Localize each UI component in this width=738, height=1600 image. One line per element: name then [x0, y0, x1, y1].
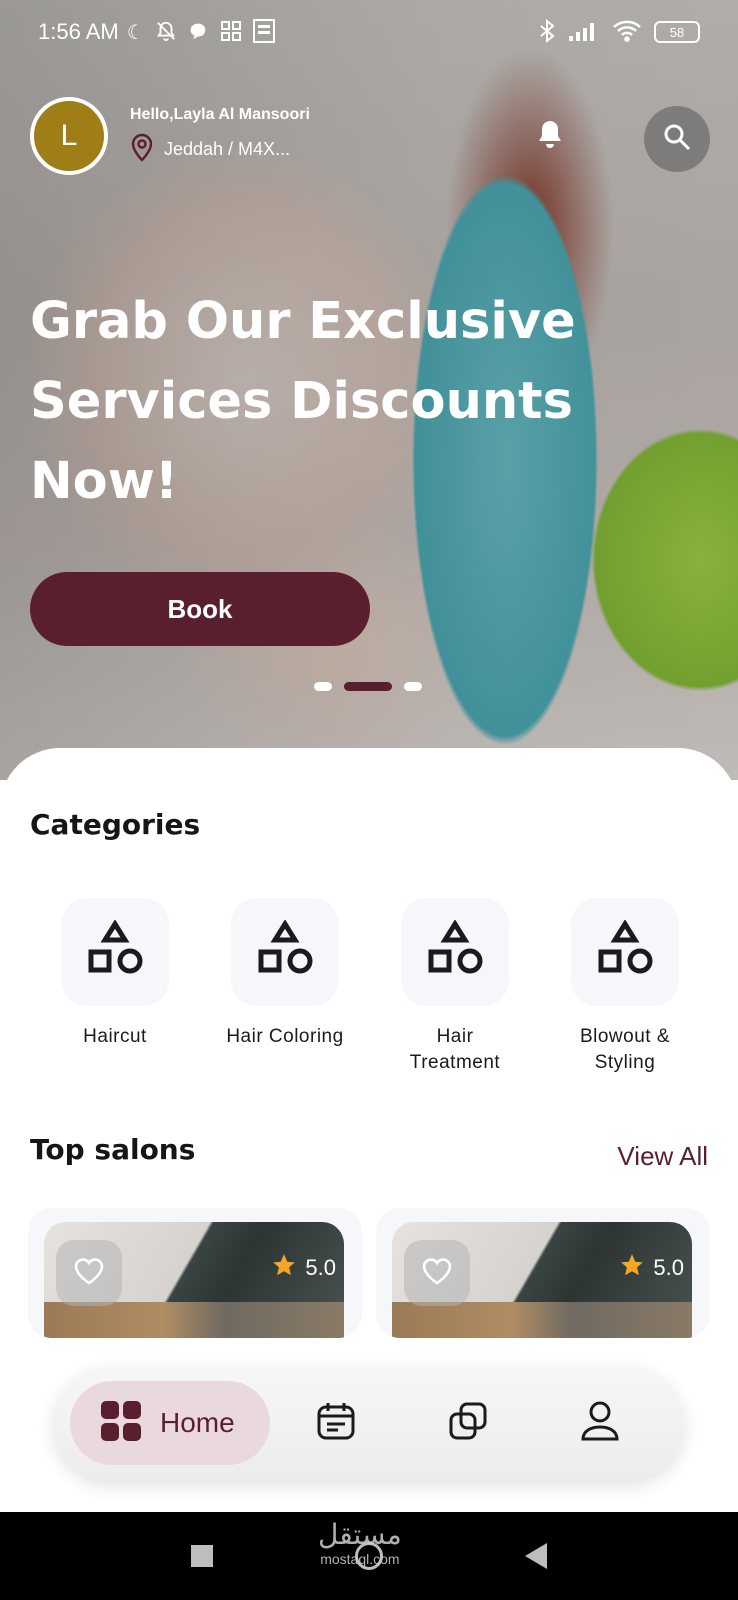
- category-icon-box: [231, 898, 339, 1006]
- nav-item-bookings[interactable]: [270, 1381, 402, 1465]
- bell-off-icon: [155, 20, 177, 45]
- salon-rating: 5.0: [271, 1252, 336, 1284]
- categories-list: Haircut Hair Coloring Hair Treatment Blo…: [30, 898, 710, 1076]
- salon-image-shade: [392, 1302, 692, 1338]
- shapes-icon: [595, 919, 655, 984]
- bell-icon: [537, 119, 563, 153]
- avatar[interactable]: L: [30, 97, 108, 175]
- category-item-hair-treatment[interactable]: Hair Treatment: [370, 898, 540, 1076]
- shapes-icon: [425, 919, 485, 984]
- category-item-haircut[interactable]: Haircut: [30, 898, 200, 1076]
- carousel-dot[interactable]: [404, 682, 422, 691]
- category-label: Hair Treatment: [409, 1026, 501, 1073]
- book-button[interactable]: Book: [30, 572, 370, 646]
- salon-image: 5.0: [392, 1222, 692, 1338]
- wifi-icon: [612, 19, 642, 46]
- watermark: مستقل mostaql.com: [318, 1518, 402, 1567]
- star-icon: [271, 1252, 297, 1284]
- favorite-button[interactable]: [56, 1240, 122, 1306]
- salon-image-shade: [44, 1302, 344, 1338]
- watermark-site: mostaql.com: [320, 1551, 400, 1567]
- category-icon-box: [571, 898, 679, 1006]
- moon-icon: ☾: [126, 20, 145, 44]
- category-item-hair-coloring[interactable]: Hair Coloring: [200, 898, 370, 1076]
- heart-icon: [421, 1256, 453, 1290]
- category-icon-box: [401, 898, 509, 1006]
- category-item-blowout-styling[interactable]: Blowout & Styling: [540, 898, 710, 1076]
- watermark-brand: مستقل: [318, 1518, 402, 1551]
- nav-item-home[interactable]: Home: [70, 1381, 270, 1465]
- search-icon: [662, 122, 692, 156]
- copy-icon: [448, 1401, 488, 1445]
- notifications-button[interactable]: [530, 116, 570, 156]
- status-time: 1:56 AM: [38, 19, 119, 44]
- signal-icon: [568, 20, 600, 45]
- status-bar: 1:56 AM ☾ 58: [0, 0, 738, 64]
- category-label: Hair Coloring: [226, 1026, 344, 1047]
- category-icon-box: [61, 898, 169, 1006]
- chat-icon: [187, 20, 209, 45]
- location-pin-icon: [130, 132, 154, 167]
- location-selector[interactable]: Jeddah / M4X...: [130, 132, 310, 167]
- search-button[interactable]: [644, 106, 710, 172]
- battery-indicator: 58: [654, 21, 700, 43]
- shapes-icon: [255, 919, 315, 984]
- carousel-dot[interactable]: [314, 682, 332, 691]
- carousel-dot-active[interactable]: [344, 682, 392, 691]
- star-icon: [619, 1252, 645, 1284]
- salon-rating: 5.0: [619, 1252, 684, 1284]
- rating-value: 5.0: [305, 1255, 336, 1280]
- profile-icon: [580, 1400, 620, 1446]
- salon-card[interactable]: 5.0: [28, 1208, 362, 1338]
- category-label: Haircut: [83, 1026, 147, 1047]
- nav-item-services[interactable]: [402, 1381, 534, 1465]
- bluetooth-icon: [538, 18, 556, 46]
- status-icons-right: 58: [538, 18, 700, 46]
- top-salons-title: Top salons: [30, 1133, 196, 1166]
- greeting-text: Hello,Layla Al Mansoori: [130, 105, 310, 123]
- nav-item-profile[interactable]: [534, 1381, 666, 1465]
- qr-icon: [252, 18, 275, 46]
- top-salons-list: 5.0 5.0: [28, 1208, 710, 1338]
- apps-icon: [219, 19, 243, 46]
- recent-apps-button[interactable]: [191, 1545, 213, 1567]
- bottom-navigation: Home: [54, 1366, 684, 1480]
- hero-title: Grab Our Exclusive Services Discounts No…: [30, 292, 576, 511]
- salon-image: 5.0: [44, 1222, 344, 1338]
- favorite-button[interactable]: [404, 1240, 470, 1306]
- categories-title: Categories: [30, 808, 201, 841]
- carousel-indicator: [314, 682, 422, 691]
- location-text: Jeddah / M4X...: [164, 138, 291, 159]
- salon-card[interactable]: 5.0: [376, 1208, 710, 1338]
- greeting-block: Hello,Layla Al Mansoori Jeddah / M4X...: [130, 106, 310, 167]
- view-all-link[interactable]: View All: [617, 1141, 708, 1172]
- home-grid-icon: [100, 1400, 142, 1446]
- heart-icon: [73, 1256, 105, 1290]
- system-back-button[interactable]: [525, 1543, 547, 1569]
- nav-home-label: Home: [160, 1407, 235, 1438]
- calendar-icon: [316, 1401, 356, 1445]
- rating-value: 5.0: [653, 1255, 684, 1280]
- category-label: Blowout & Styling: [579, 1026, 671, 1073]
- home-header: L Hello,Layla Al Mansoori Jeddah / M4X..…: [30, 96, 710, 176]
- shapes-icon: [85, 919, 145, 984]
- status-icons-left: ☾: [126, 18, 275, 46]
